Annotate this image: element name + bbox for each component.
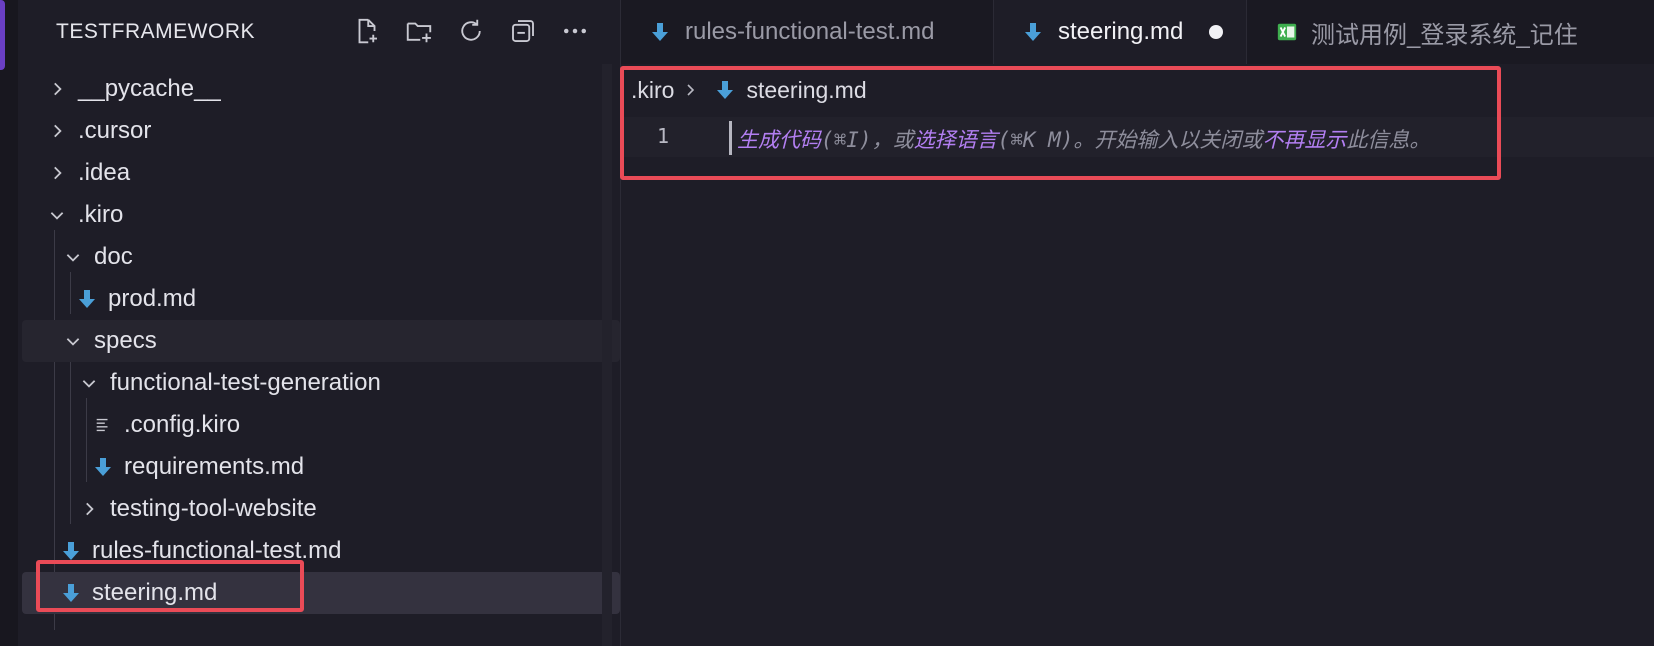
tree-item-requirements-md[interactable]: requirements.md: [22, 446, 620, 488]
refresh-icon[interactable]: [454, 14, 488, 48]
tree-item-label: .cursor: [78, 117, 152, 144]
dont-show-again-link[interactable]: 不再显示: [1262, 128, 1346, 152]
tree-item-steering-md[interactable]: steering.md: [22, 572, 620, 614]
new-folder-icon[interactable]: [402, 14, 436, 48]
chevron-right-icon: [46, 78, 68, 100]
tree-item-label: .kiro: [78, 201, 124, 228]
chevron-right-icon: [78, 498, 100, 520]
tab-steering[interactable]: steering.md: [994, 0, 1247, 64]
tree-item-label: steering.md: [92, 579, 218, 606]
chevron-down-icon: [62, 330, 84, 352]
chevron-down-icon: [62, 246, 84, 268]
tab-rules-functional-test[interactable]: rules-functional-test.md: [621, 0, 994, 64]
tree-item-kiro[interactable]: .kiro: [22, 194, 620, 236]
excel-icon: [1275, 20, 1299, 44]
tree-item-pycache[interactable]: __pycache__: [22, 68, 620, 110]
tree-item-idea[interactable]: .idea: [22, 152, 620, 194]
tab-test-cases-excel[interactable]: 测试用例_登录系统_记住: [1247, 0, 1654, 64]
unsaved-dot-icon[interactable]: [1209, 25, 1224, 39]
explorer-scrollbar[interactable]: [602, 64, 612, 646]
explorer-title: TESTFRAMEWORK: [56, 20, 255, 43]
tree-item-label: requirements.md: [124, 453, 305, 480]
chevron-right-icon: [46, 162, 68, 184]
tree-item-label: testing-tool-website: [110, 495, 317, 522]
markdown-icon: [714, 78, 736, 102]
breadcrumb: .kiro steering.md: [631, 72, 867, 108]
text-file-icon: [92, 413, 114, 437]
tree-item-rules-functional-test-md[interactable]: rules-functional-test.md: [22, 530, 620, 572]
tree-item-doc[interactable]: doc: [22, 236, 620, 278]
tree-item-cursor[interactable]: .cursor: [22, 110, 620, 152]
line-number: 1: [657, 124, 670, 148]
tab-label: 测试用例_登录系统_记住: [1311, 21, 1578, 49]
tree-item-testing-tool-website[interactable]: testing-tool-website: [22, 488, 620, 530]
tree-item-prod-md[interactable]: prod.md: [22, 278, 620, 320]
tree-item-label: specs: [94, 327, 157, 354]
tree-item-label: .idea: [78, 159, 131, 186]
tab-label: steering.md: [1058, 18, 1184, 45]
tab-label: rules-functional-test.md: [685, 18, 935, 45]
hint-text: 此信息。: [1346, 128, 1431, 152]
explorer-header: TESTFRAMEWORK: [18, 0, 620, 64]
tree-item-config-kiro[interactable]: .config.kiro: [22, 404, 620, 446]
text-cursor: [729, 121, 732, 155]
markdown-icon: [1022, 20, 1044, 44]
tree-item-label: doc: [94, 243, 133, 270]
activity-bar: [0, 0, 18, 646]
tree-item-functional-test-generation[interactable]: functional-test-generation: [22, 362, 620, 404]
editor-area: rules-functional-test.md steering.md 测试用…: [620, 0, 1654, 646]
chevron-right-icon: [682, 80, 702, 100]
tree-item-label: .config.kiro: [124, 411, 241, 438]
breadcrumb-folder[interactable]: .kiro: [631, 77, 674, 104]
more-icon[interactable]: [558, 14, 592, 48]
editor-empty-hint: 生成代码(⌘I)，或选择语言(⌘K M)。开始输入以关闭或不再显示此信息。: [737, 124, 1430, 154]
explorer-actions: [350, 14, 592, 48]
tree-item-specs[interactable]: specs: [22, 320, 620, 362]
chevron-down-icon: [78, 372, 100, 394]
select-language-link[interactable]: 选择语言: [914, 128, 998, 152]
markdown-icon: [60, 539, 82, 563]
editor-tabbar: rules-functional-test.md steering.md 测试用…: [621, 0, 1654, 64]
tree-item-label: __pycache__: [78, 75, 221, 102]
hint-text: (⌘K M)。开始输入以关闭或: [997, 128, 1263, 152]
tree-item-label: functional-test-generation: [110, 369, 381, 396]
markdown-icon: [649, 20, 671, 44]
chevron-down-icon: [46, 204, 68, 226]
breadcrumb-file[interactable]: steering.md: [746, 77, 866, 104]
explorer-sidebar: TESTFRAMEWORK __pycache__ .cursor .idea …: [18, 0, 620, 646]
hint-text: (⌘I)，或: [821, 128, 914, 152]
markdown-icon: [76, 287, 98, 311]
tree-item-label: prod.md: [108, 285, 197, 312]
markdown-icon: [92, 455, 114, 479]
chevron-right-icon: [46, 120, 68, 142]
activity-active-indicator: [0, 0, 5, 70]
collapse-all-icon[interactable]: [506, 14, 540, 48]
markdown-icon: [60, 581, 82, 605]
new-file-icon[interactable]: [350, 14, 384, 48]
generate-code-link[interactable]: 生成代码: [737, 128, 821, 152]
tree-item-label: rules-functional-test.md: [92, 537, 342, 564]
